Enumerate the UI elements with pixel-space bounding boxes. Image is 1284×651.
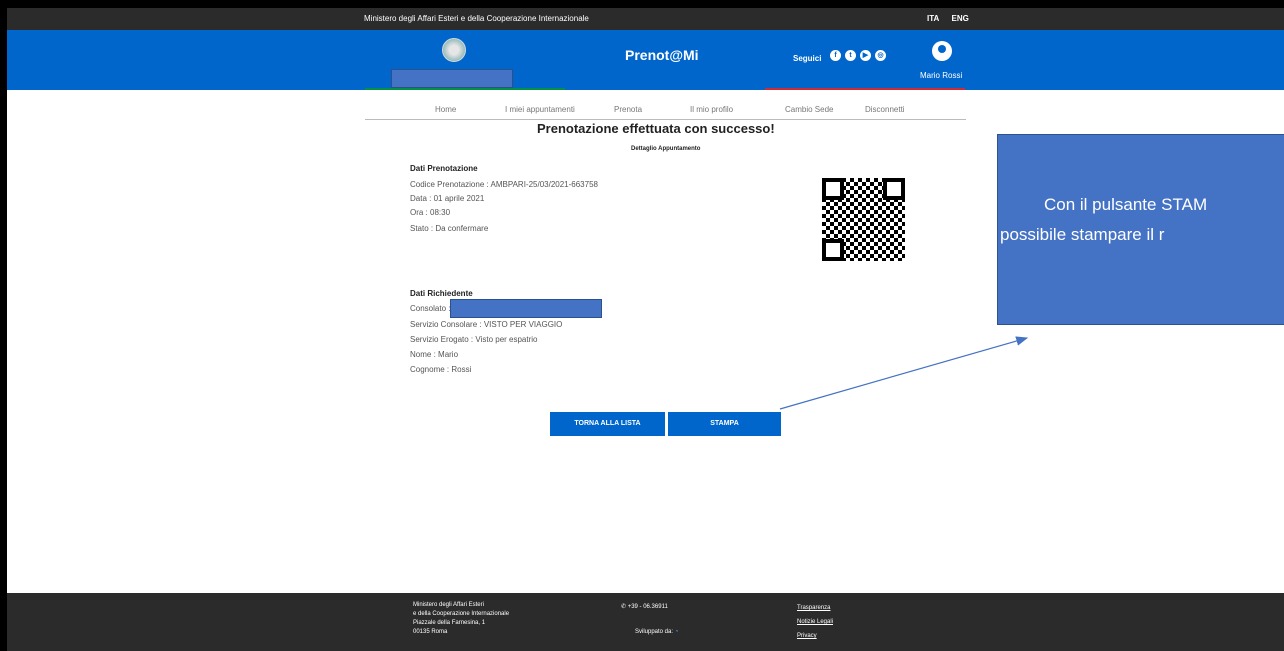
instagram-icon[interactable]: ◎ [875,50,886,61]
booking-heading: Dati Prenotazione [410,164,478,173]
page: Ministero degli Affari Esteri e della Co… [7,8,1284,651]
applicant-delivered: Servizio Erogato : Visto per espatrio [410,335,538,344]
qr-code [822,178,905,261]
back-to-list-button[interactable]: TORNA ALLA LISTA [550,412,665,436]
redacted-consulate [450,299,602,318]
twitter-icon[interactable]: t [845,50,856,61]
applicant-consulate: Consolato : [410,304,451,313]
link-transparency[interactable]: Trasparenza [797,601,833,615]
nav-change-office[interactable]: Cambio Sede [785,105,833,114]
nav-my-profile[interactable]: Il mio profilo [690,105,733,114]
main-nav: Home I miei appuntamenti Prenota Il mio … [365,105,966,120]
booking-date: Data : 01 aprile 2021 [410,194,485,203]
youtube-icon[interactable]: ▶ [860,50,871,61]
footer-developer: Sviluppato da: ◔ [635,629,679,635]
redacted-block [391,69,513,88]
nav-home[interactable]: Home [435,105,456,114]
callout-line-1: Con il pulsante STAM [1044,195,1208,214]
user-name[interactable]: Mario Rossi [920,71,962,80]
lang-eng[interactable]: ENG [952,14,969,23]
detail-label: Dettaglio Appuntamento [631,146,701,152]
footer-phone: ✆ +39 - 06.36911 [621,604,668,610]
print-button[interactable]: STAMPA [668,412,781,436]
header: Prenot@Mi Seguici f t ▶ ◎ Mario Rossi [7,30,1284,90]
link-privacy[interactable]: Privacy [797,629,833,643]
link-legal[interactable]: Notizie Legali [797,615,833,629]
footer-links: Trasparenza Notizie Legali Privacy [797,601,833,643]
follow-label: Seguici [793,54,822,63]
flag-line-green [365,88,565,90]
footer-address: Ministero degli Affari Esteri e della Co… [413,602,510,635]
facebook-icon[interactable]: f [830,50,841,61]
brand-title[interactable]: Prenot@Mi [625,47,699,63]
phone-icon: ✆ [621,604,627,610]
nav-logout[interactable]: Disconnetti [865,105,905,114]
applicant-name: Nome : Mario [410,350,459,359]
ministry-name: Ministero degli Affari Esteri e della Co… [364,14,589,23]
booking-code: Codice Prenotazione : AMBPARI-25/03/2021… [410,180,598,189]
lang-ita[interactable]: ITA [927,14,939,23]
flag-line-red [765,88,965,90]
developer-logo-icon: ◔ [674,629,679,635]
booking-time: Ora : 08:30 [410,208,451,217]
applicant-surname: Cognome : Rossi [410,365,472,374]
republic-emblem-icon [442,38,466,62]
callout-line-2: possibile stampare il r [1000,225,1165,244]
tutorial-callout: Con il pulsante STAM possibile stampare … [997,134,1284,325]
nav-my-appointments[interactable]: I miei appuntamenti [505,105,575,114]
page-title: Prenotazione effettuata con successo! [537,121,775,136]
applicant-service: Servizio Consolare : VISTO PER VIAGGIO [410,320,563,329]
booking-status: Stato : Da confermare [410,224,489,233]
applicant-heading: Dati Richiedente [410,289,473,298]
footer: Ministero degli Affari Esteri e della Co… [7,593,1284,651]
nav-book[interactable]: Prenota [614,105,642,114]
social-links: f t ▶ ◎ [830,50,886,61]
top-strip: Ministero degli Affari Esteri e della Co… [7,8,1284,30]
language-switcher: ITA ENG [927,14,979,23]
avatar[interactable] [932,41,952,61]
